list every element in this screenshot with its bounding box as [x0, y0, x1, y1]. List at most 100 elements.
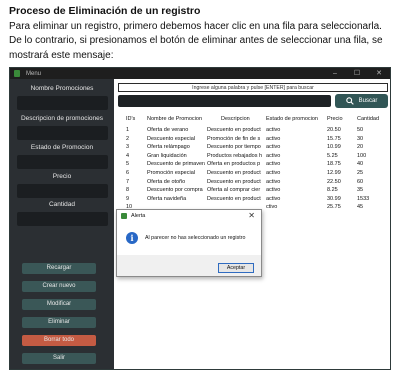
close-icon[interactable]: ✕	[368, 68, 390, 79]
cell-cantidad: 40	[357, 161, 364, 168]
col-header-id[interactable]: ID's	[126, 116, 135, 122]
cell-descripcion: Oferta al comprar cier	[207, 187, 261, 194]
alert-dialog: Alerta ✕ i Al parecer no has seleccionad…	[116, 209, 262, 277]
cell-id: 7	[126, 178, 130, 185]
window-titlebar: Menu – ☐ ✕	[10, 68, 390, 79]
info-icon: i	[126, 232, 138, 244]
search-icon	[345, 97, 354, 105]
cell-precio: 30.99	[327, 195, 341, 202]
cell-descripcion: Promoción de fin de s	[207, 135, 261, 142]
cell-id: 9	[126, 195, 130, 202]
col-header-descripcion[interactable]: Descripcion	[221, 116, 250, 122]
buscar-label: Buscar	[358, 98, 378, 104]
app-icon	[14, 70, 20, 77]
dialog-message: Al parecer no has seleccionado un regist…	[145, 235, 246, 241]
instruction-paragraph: Para eliminar un registro, primero debem…	[9, 21, 383, 61]
cell-precio: 20.50	[327, 127, 341, 133]
borrar-todo-button[interactable]: Borrar todo	[22, 335, 96, 346]
close-icon[interactable]: ✕	[248, 211, 255, 221]
dialog-app-icon	[121, 212, 127, 219]
nombre-field[interactable]	[17, 96, 108, 110]
recargar-button[interactable]: Recargar	[22, 263, 96, 274]
eliminar-button[interactable]: Eliminar	[22, 317, 96, 328]
label-descripcion: Descripcion de promociones	[20, 115, 103, 122]
section-heading: Proceso de Eliminación de un registro	[9, 5, 201, 17]
precio-field[interactable]	[17, 184, 108, 198]
cell-descripcion: Descuento por tiempo	[207, 144, 261, 151]
dialog-title: Alerta	[131, 212, 146, 219]
cell-nombre: Descuento de primavera	[147, 161, 205, 168]
cell-descripcion: Descuento en product	[207, 195, 261, 202]
dialog-body: i Al parecer no has seleccionado un regi…	[117, 221, 261, 255]
cell-estado: activo	[266, 170, 281, 176]
cell-estado: activo	[266, 187, 281, 194]
cell-estado: activo	[266, 127, 281, 133]
cell-estado: ctivo	[266, 204, 278, 211]
window-controls: – ☐ ✕	[324, 68, 390, 79]
salir-button[interactable]: Salir	[22, 353, 96, 364]
col-header-cantidad[interactable]: Cantidad	[357, 116, 379, 122]
col-header-nombre[interactable]: Nombre de Promocion	[147, 116, 202, 122]
cell-nombre: Oferta relámpago	[147, 144, 190, 151]
maximize-icon[interactable]: ☐	[346, 68, 368, 79]
cell-precio: 15.75	[327, 135, 341, 142]
cell-cantidad: 100	[357, 152, 367, 159]
cell-estado: activo	[266, 195, 281, 202]
cell-descripcion: Descuento en product	[207, 127, 261, 133]
cell-id: 5	[126, 161, 130, 168]
buscar-button[interactable]: Buscar	[335, 94, 388, 108]
cell-estado: activo	[266, 152, 281, 159]
cell-cantidad: 35	[357, 187, 364, 194]
cell-precio: 22.50	[327, 178, 341, 185]
search-input[interactable]	[118, 95, 331, 107]
window-title: Menu	[26, 70, 42, 77]
cell-nombre: Oferta de verano	[147, 127, 189, 133]
cell-descripcion: Descuento en product	[207, 178, 261, 185]
col-header-precio[interactable]: Precio	[327, 116, 343, 122]
cell-nombre: Promoción especial	[147, 170, 195, 176]
cell-nombre: Descuento por compra	[147, 187, 203, 194]
cell-cantidad: 1533	[357, 195, 370, 202]
modificar-button[interactable]: Modificar	[22, 299, 96, 310]
cell-descripcion: Productos rebajados h	[207, 152, 263, 159]
cell-id: 3	[126, 144, 130, 151]
cell-precio: 12.99	[327, 170, 341, 176]
cell-estado: activo	[266, 178, 281, 185]
cell-cantidad: 60	[357, 178, 364, 185]
cell-precio: 25.75	[327, 204, 341, 211]
cell-estado: activo	[266, 161, 281, 168]
cell-cantidad: 45	[357, 204, 364, 211]
cell-cantidad: 25	[357, 170, 364, 176]
label-cantidad: Cantidad	[48, 201, 76, 208]
form-sidebar: Nombre Promociones Descripcion de promoc…	[10, 79, 114, 369]
label-nombre: Nombre Promociones	[30, 85, 94, 92]
crear-nuevo-button[interactable]: Crear nuevo	[22, 281, 96, 292]
cell-id: 8	[126, 187, 130, 194]
cell-cantidad: 20	[357, 144, 364, 151]
cell-nombre: Oferta de otoño	[147, 178, 186, 185]
cell-nombre: Gran liquidación	[147, 152, 187, 159]
cell-precio: 5.25	[327, 152, 338, 159]
cell-estado: activo	[266, 144, 281, 151]
cell-id: 1	[126, 127, 130, 133]
cell-estado: activo	[266, 135, 281, 142]
cantidad-field[interactable]	[17, 212, 108, 226]
cell-precio: 8.25	[327, 187, 338, 194]
minimize-icon[interactable]: –	[324, 68, 346, 79]
cell-cantidad: 50	[357, 127, 364, 133]
descripcion-field[interactable]	[17, 126, 108, 140]
cell-precio: 10.99	[327, 144, 341, 151]
cell-descripcion: Oferta en productos p	[207, 161, 261, 168]
cell-id: 2	[126, 135, 130, 142]
label-precio: Precio	[52, 173, 72, 180]
cell-nombre: Oferta navideña	[147, 195, 187, 202]
col-header-estado[interactable]: Estado de promocion	[266, 116, 318, 122]
label-estado: Estado de Promocion	[30, 144, 94, 151]
search-hint: Ingrese alguna palabra y pulse [ENTER] p…	[118, 83, 388, 92]
estado-field[interactable]	[17, 155, 108, 169]
aceptar-button[interactable]: Aceptar	[218, 263, 254, 273]
dialog-titlebar: Alerta ✕	[117, 210, 261, 221]
cell-id: 6	[126, 170, 130, 176]
cell-nombre: Descuento especial	[147, 135, 196, 142]
cell-precio: 18.75	[327, 161, 341, 168]
